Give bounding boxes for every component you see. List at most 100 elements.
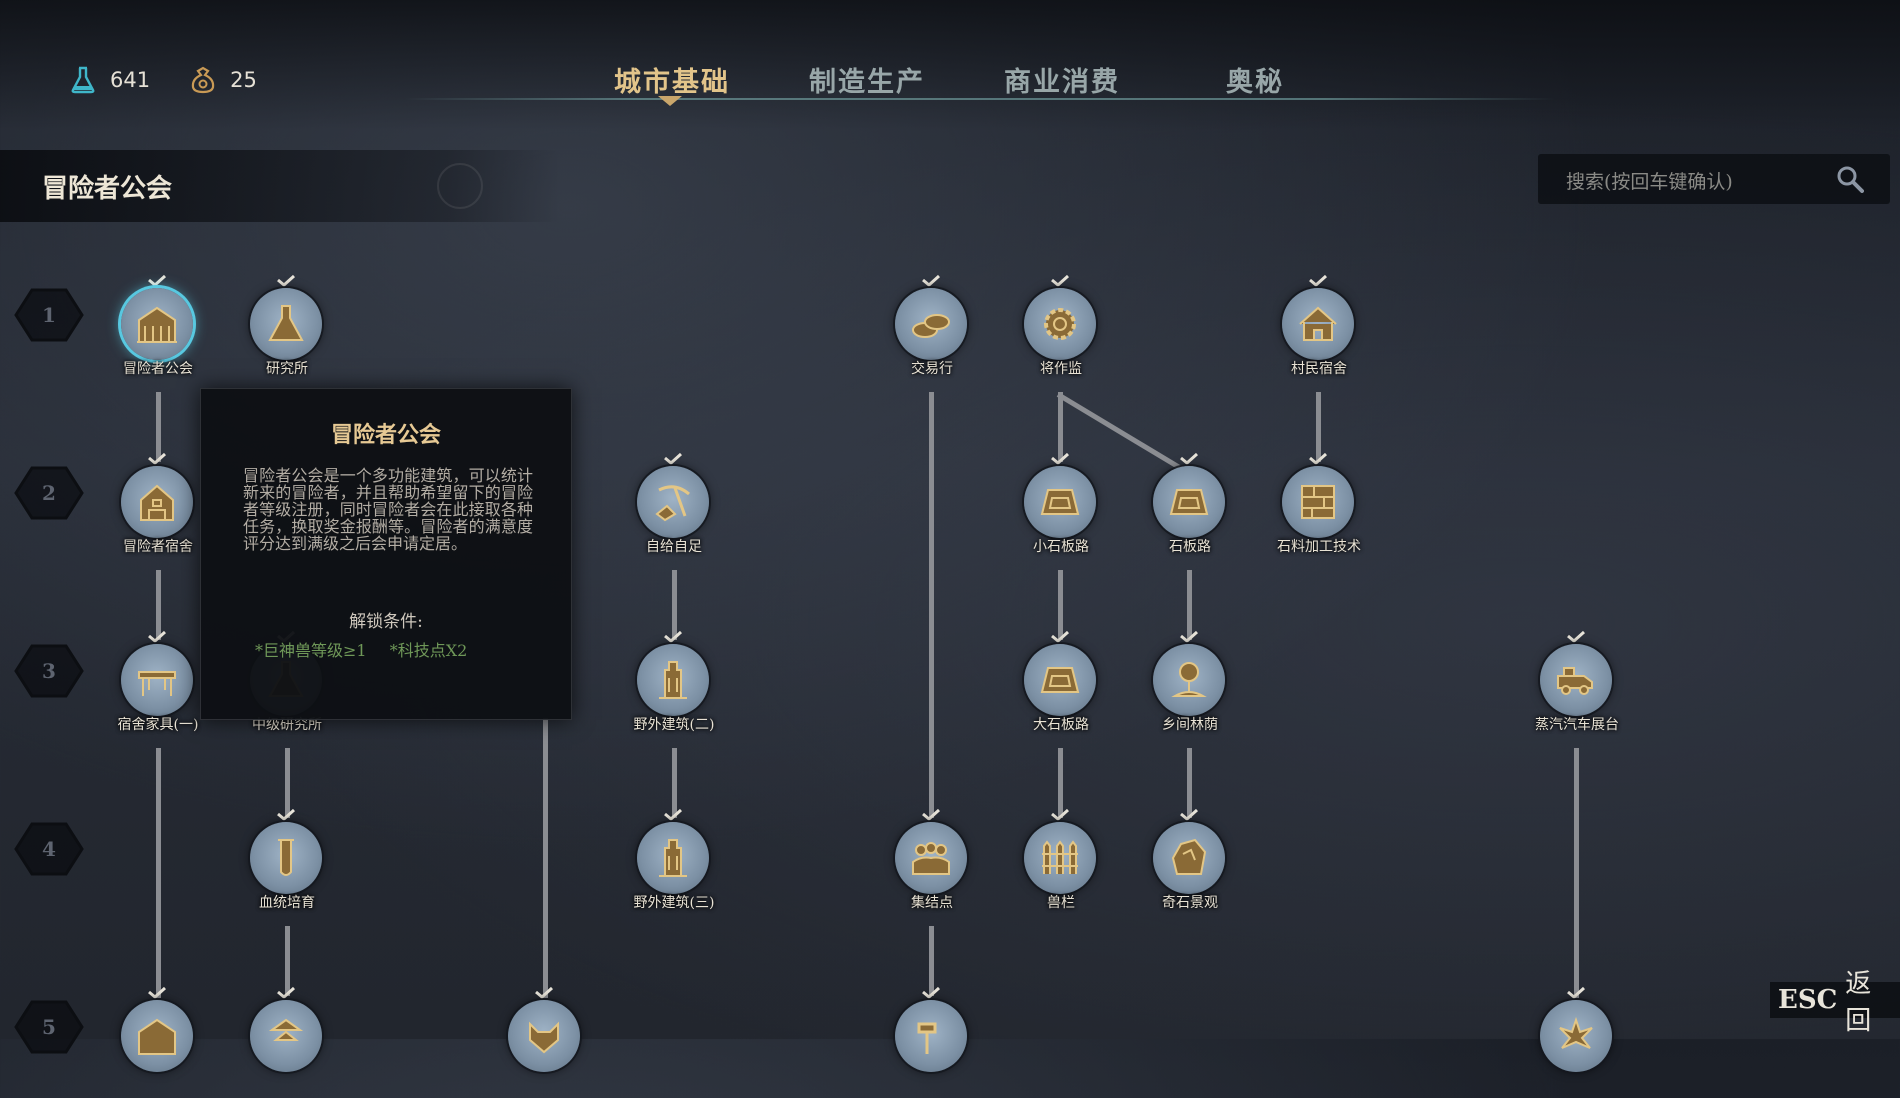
road-icon [1169, 489, 1209, 515]
flask-icon [71, 66, 95, 94]
tree-icon [1171, 662, 1207, 697]
connector-line [156, 748, 161, 998]
row-marker-1: 1 [14, 288, 84, 342]
esc-key-label: ESC [1778, 985, 1838, 1015]
tech-node-row5-a[interactable] [98, 986, 218, 1098]
check-icon [1567, 630, 1586, 643]
rock-icon [1171, 838, 1207, 875]
unlock-condition: *科技点X2 [389, 641, 468, 660]
search-icon[interactable] [1836, 165, 1864, 193]
crowd-icon [912, 842, 950, 875]
fence-icon [1042, 840, 1078, 874]
pagoda-icon [268, 1018, 304, 1041]
tech-node-self-sufficiency[interactable]: 自给自足 [614, 452, 734, 564]
tech-node-rally-point[interactable]: 集结点 [872, 808, 992, 920]
tech-node-villager-dorm[interactable]: 村民宿舍 [1259, 274, 1379, 386]
tech-node-row5-b[interactable] [227, 986, 347, 1098]
tech-node-row5-c[interactable] [485, 986, 605, 1098]
tech-node-row5-d[interactable] [872, 986, 992, 1098]
tech-node-research-institute[interactable]: 研究所 [227, 274, 347, 386]
check-icon [664, 808, 683, 821]
tech-node-field-building-2[interactable]: 野外建筑(二) [614, 630, 734, 742]
tech-node-small-stone-road[interactable]: 小石板路 [1001, 452, 1121, 564]
check-icon [148, 274, 167, 287]
check-icon [922, 808, 941, 821]
category-title: 冒险者公会 [42, 174, 173, 204]
check-icon [148, 452, 167, 465]
sack-icon [191, 66, 215, 94]
tower-icon [659, 839, 687, 877]
tech-node-rock-landscape[interactable]: 奇石景观 [1130, 808, 1250, 920]
connector-line [543, 718, 548, 998]
check-icon [277, 274, 296, 287]
spiky-plant-icon [1559, 1016, 1593, 1049]
search-input[interactable]: 搜索(按回车键确认) [1566, 167, 1733, 194]
stone-block-icon [1301, 485, 1335, 519]
connector-line [929, 392, 934, 818]
house-icon [1299, 306, 1337, 341]
hammer-icon [917, 1022, 937, 1054]
table-icon [138, 671, 176, 696]
tech-node-works-bureau[interactable]: 将作监 [1001, 274, 1121, 386]
guild-hall-icon [137, 306, 177, 343]
coins-icon [912, 314, 950, 338]
check-icon [148, 986, 167, 999]
check-icon [1051, 274, 1070, 287]
road-icon [1040, 489, 1080, 515]
check-icon [922, 986, 941, 999]
check-icon [1051, 452, 1070, 465]
tech-node-large-stone-road[interactable]: 大石板路 [1001, 630, 1121, 742]
unlock-conditions: *巨神兽等级≥1 *科技点X2 [255, 637, 485, 661]
search-box[interactable]: 搜索(按回车键确认) [1538, 154, 1890, 204]
row-marker-2: 2 [14, 466, 84, 520]
check-icon [1180, 630, 1199, 643]
tech-node-trading-house[interactable]: 交易行 [872, 274, 992, 386]
check-icon [535, 986, 554, 999]
gear-icon [1044, 308, 1076, 340]
tech-node-country-shade[interactable]: 乡间林荫 [1130, 630, 1250, 742]
tech-node-row5-e[interactable] [1517, 986, 1637, 1098]
back-button[interactable]: ESC 返回 [1770, 969, 1900, 1036]
row-marker-3: 3 [14, 644, 84, 698]
currency-value: 25 [230, 68, 257, 92]
emblem-icon [437, 163, 483, 209]
connector-line [1574, 748, 1579, 998]
check-icon [664, 630, 683, 643]
top-bar-shade [0, 0, 1900, 130]
check-icon [1309, 274, 1328, 287]
tab-arcane[interactable]: 奥秘 [1226, 60, 1284, 99]
guild-hall-icon [138, 1018, 176, 1055]
tab-commerce[interactable]: 商业消费 [1004, 60, 1120, 99]
test-tube-icon [278, 839, 294, 876]
tower-icon [659, 661, 687, 699]
tab-manufacturing[interactable]: 制造生产 [809, 60, 925, 99]
resource-bar: 641 25 [70, 66, 257, 94]
tech-node-stone-processing[interactable]: 石料加工技术 [1259, 452, 1379, 564]
currency: 25 [190, 66, 257, 94]
row-marker-4: 4 [14, 822, 84, 876]
check-icon [277, 986, 296, 999]
check-icon [1180, 808, 1199, 821]
check-icon [1309, 452, 1328, 465]
unlock-condition: *巨神兽等级≥1 [255, 641, 367, 660]
check-icon [922, 274, 941, 287]
row-marker-5: 5 [14, 1000, 84, 1054]
unlock-conditions-title: 解锁条件: [349, 612, 423, 632]
tech-node-field-building-3[interactable]: 野外建筑(三) [614, 808, 734, 920]
tech-node-steam-car-showroom[interactable]: 蒸汽汽车展台 [1517, 630, 1637, 742]
check-icon [1051, 630, 1070, 643]
flask-icon [268, 305, 304, 341]
road-icon [1040, 667, 1080, 693]
tech-node-adventurer-guild[interactable]: 冒险者公会 [98, 274, 218, 386]
check-icon [1567, 986, 1586, 999]
tech-tooltip: 冒险者公会 冒险者公会是一个多功能建筑，可以统计新来的冒险者，并且帮助希望留下的… [200, 388, 572, 720]
tech-node-stone-road[interactable]: 石板路 [1130, 452, 1250, 564]
tab-city-basics[interactable]: 城市基础 [614, 60, 730, 99]
beast-icon [529, 1021, 559, 1054]
steam-car-icon [1557, 667, 1593, 695]
tech-node-bloodline-breeding[interactable]: 血统培育 [227, 808, 347, 920]
tech-node-animal-pen[interactable]: 兽栏 [1001, 808, 1121, 920]
dorm-icon [140, 484, 174, 521]
tooltip-description: 冒险者公会是一个多功能建筑，可以统计新来的冒险者，并且帮助希望留下的冒险者等级注… [243, 466, 533, 553]
check-icon [1051, 808, 1070, 821]
